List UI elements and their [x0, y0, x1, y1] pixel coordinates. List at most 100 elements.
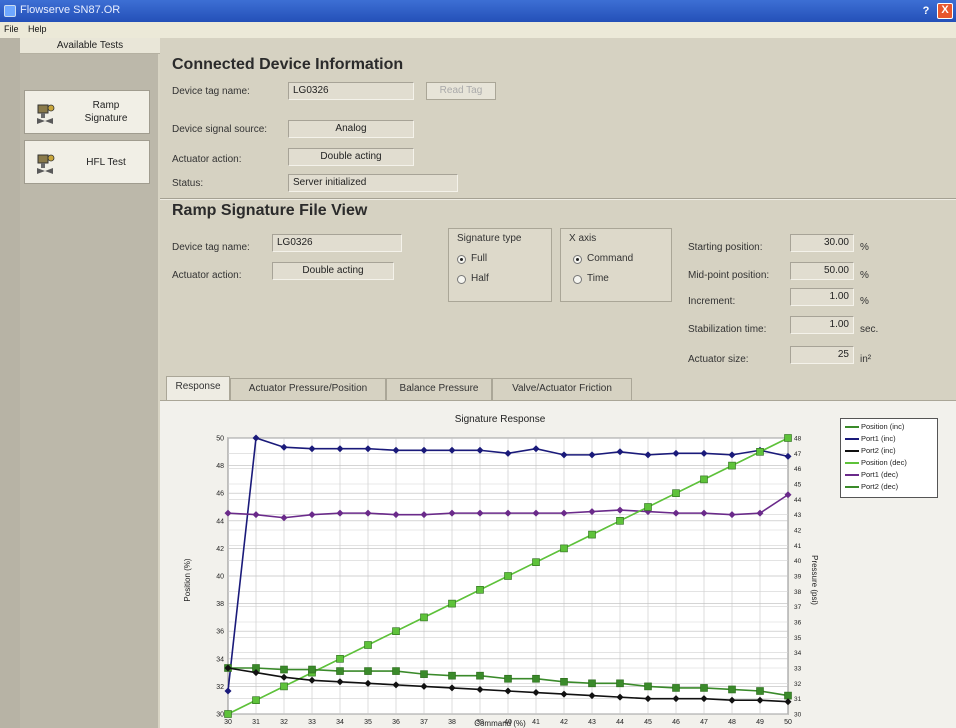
legend-label: Port1 (dec)	[861, 470, 899, 479]
y-right-tick-label: 31	[794, 696, 802, 703]
legend-swatch	[845, 438, 859, 441]
legend-label: Port1 (inc)	[861, 434, 896, 443]
x-tick-label: 47	[700, 719, 708, 726]
x-time-radio[interactable]	[573, 275, 582, 284]
x-tick-label: 35	[364, 719, 372, 726]
sidebar: Available Tests Ramp Signature HFL Test	[0, 38, 160, 728]
signature-type-label: Signature type	[457, 233, 522, 244]
x-command-label: Command	[587, 253, 634, 264]
y-right-tick-label: 42	[794, 528, 802, 535]
y-tick-label: 38	[216, 601, 224, 608]
x-tick-label: 40	[504, 719, 512, 726]
hfl-test-button[interactable]: HFL Test	[24, 140, 150, 184]
x-axis-group: X axis Command Time	[560, 228, 672, 302]
starting-position-unit: %	[860, 242, 869, 253]
connected-title: Connected Device Information	[172, 56, 404, 73]
tab-balance-pressure[interactable]: Balance Pressure	[386, 378, 492, 400]
legend-swatch	[845, 474, 859, 477]
legend-item: Port2 (inc)	[845, 446, 896, 456]
x-tick-label: 39	[476, 719, 484, 726]
y-right-tick-label: 36	[794, 620, 802, 627]
signature-response-chart: Signature Response Command (%) Position …	[183, 414, 819, 728]
data-point	[700, 684, 708, 692]
starting-position-label: Starting position:	[688, 242, 763, 253]
status-label: Status:	[172, 178, 204, 189]
midpoint-position-label: Mid-point position:	[688, 270, 770, 281]
data-point	[336, 655, 344, 663]
data-point	[420, 613, 428, 622]
y-right-tick-label: 37	[794, 604, 802, 611]
read-tag-button[interactable]: Read Tag	[426, 82, 496, 100]
data-point	[532, 674, 540, 683]
data-point	[476, 671, 484, 680]
data-point	[588, 530, 596, 539]
x-tick-label: 48	[728, 719, 736, 726]
y-tick-label: 50	[216, 436, 224, 443]
signal-source-field: Analog	[288, 120, 414, 138]
section-divider	[160, 198, 956, 200]
y-right-tick-label: 34	[794, 650, 802, 657]
chart-title: Signature Response	[455, 414, 546, 425]
menu-bar: File Help	[0, 22, 956, 38]
valve-icon	[37, 104, 55, 124]
y-right-tick-label: 40	[794, 558, 802, 565]
y-tick-label: 34	[216, 656, 224, 663]
sig-half-radio[interactable]	[457, 275, 466, 284]
hfl-test-label: HFL Test	[86, 157, 126, 168]
ramp-signature-button[interactable]: Ramp Signature	[24, 90, 150, 134]
sidebar-strip	[0, 38, 20, 728]
close-button[interactable]: X	[937, 3, 953, 19]
y-right-tick-label: 44	[794, 497, 802, 504]
main-panel: Connected Device Information Device tag …	[160, 38, 956, 728]
x-tick-label: 46	[672, 719, 680, 726]
x-tick-label: 33	[308, 719, 316, 726]
data-point	[616, 679, 624, 688]
help-button[interactable]: ?	[918, 3, 934, 19]
y-tick-label: 32	[216, 684, 224, 691]
chart-ylabel-right: Pressure (psi)	[810, 555, 819, 605]
y-tick-label: 46	[216, 491, 224, 498]
sig-full-radio[interactable]	[457, 255, 466, 264]
data-point	[560, 544, 568, 553]
menu-help[interactable]: Help	[28, 24, 47, 34]
x-command-radio[interactable]	[573, 255, 582, 264]
data-point	[280, 665, 288, 674]
legend-item: Port2 (dec)	[845, 482, 898, 492]
increment-unit: %	[860, 296, 869, 307]
data-point	[560, 677, 568, 686]
legend-swatch	[845, 450, 859, 453]
data-point	[420, 670, 428, 678]
legend-item: Position (inc)	[845, 422, 904, 432]
starting-position-field: 30.00	[790, 234, 854, 252]
legend-label: Port2 (inc)	[861, 446, 896, 455]
ramp-signature-label: Ramp Signature	[84, 100, 128, 124]
y-right-tick-label: 38	[794, 589, 802, 596]
actuator-size-field: 25	[790, 346, 854, 364]
data-point	[476, 586, 484, 594]
y-right-tick-label: 41	[794, 543, 802, 550]
tab-valve-actuator-friction[interactable]: Valve/Actuator Friction	[492, 378, 632, 400]
y-right-tick-label: 30	[794, 712, 802, 719]
menu-file[interactable]: File	[4, 24, 19, 34]
tab-response[interactable]: Response	[166, 376, 230, 401]
data-point	[756, 687, 764, 695]
device-tag-field: LG0326	[288, 82, 414, 100]
y-right-tick-label: 46	[794, 466, 802, 473]
data-point	[644, 682, 652, 691]
ramp-actuator-label: Actuator action:	[172, 270, 242, 281]
x-time-label: Time	[587, 273, 609, 284]
y-tick-label: 40	[216, 574, 224, 581]
stabilization-time-field: 1.00	[790, 316, 854, 334]
ramp-tag-label: Device tag name:	[172, 242, 250, 253]
x-tick-label: 34	[336, 719, 344, 726]
sidebar-header: Available Tests	[20, 38, 160, 54]
data-point	[336, 667, 344, 675]
test-list: Ramp Signature HFL Test	[20, 54, 158, 728]
tab-actuator-pressure-position[interactable]: Actuator Pressure/Position	[230, 378, 386, 400]
x-tick-label: 44	[616, 719, 624, 726]
increment-field: 1.00	[790, 288, 854, 306]
x-tick-label: 37	[420, 719, 428, 726]
x-tick-label: 49	[756, 719, 764, 726]
legend-item: Port1 (inc)	[845, 434, 896, 444]
legend-swatch	[845, 462, 859, 465]
